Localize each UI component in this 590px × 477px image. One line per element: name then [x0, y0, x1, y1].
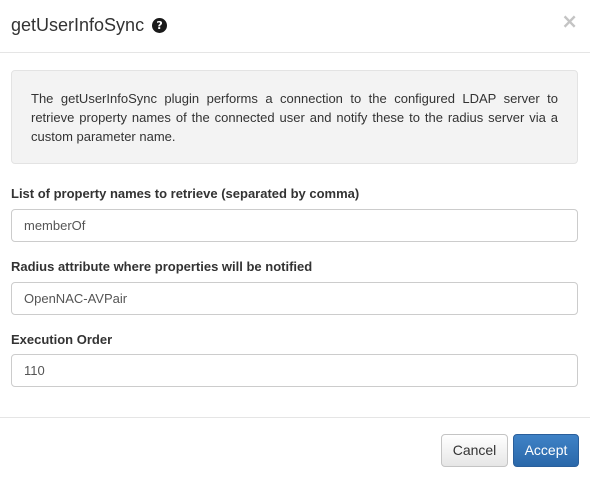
question-circle-icon[interactable]: ? [152, 17, 168, 33]
property-names-label: List of property names to retrieve (sepa… [11, 186, 360, 201]
accept-button[interactable]: Accept [513, 434, 579, 467]
modal-title-text: getUserInfoSync [11, 15, 145, 35]
modal-footer: Cancel Accept [0, 417, 590, 477]
execution-order-label: Execution Order [11, 332, 113, 347]
modal-title: getUserInfoSync ? [11, 13, 168, 37]
close-icon[interactable]: × [561, 9, 578, 33]
radius-attribute-label: Radius attribute where properties will b… [11, 259, 313, 274]
plugin-config-modal: getUserInfoSync ? × The getUserInfoSync … [0, 0, 590, 477]
cancel-button[interactable]: Cancel [441, 434, 508, 467]
radius-attribute-input[interactable] [11, 282, 578, 315]
property-names-input[interactable] [11, 209, 578, 242]
plugin-description: The getUserInfoSync plugin performs a co… [11, 70, 578, 164]
modal-header: getUserInfoSync ? × [0, 0, 590, 53]
execution-order-input[interactable] [11, 354, 578, 387]
